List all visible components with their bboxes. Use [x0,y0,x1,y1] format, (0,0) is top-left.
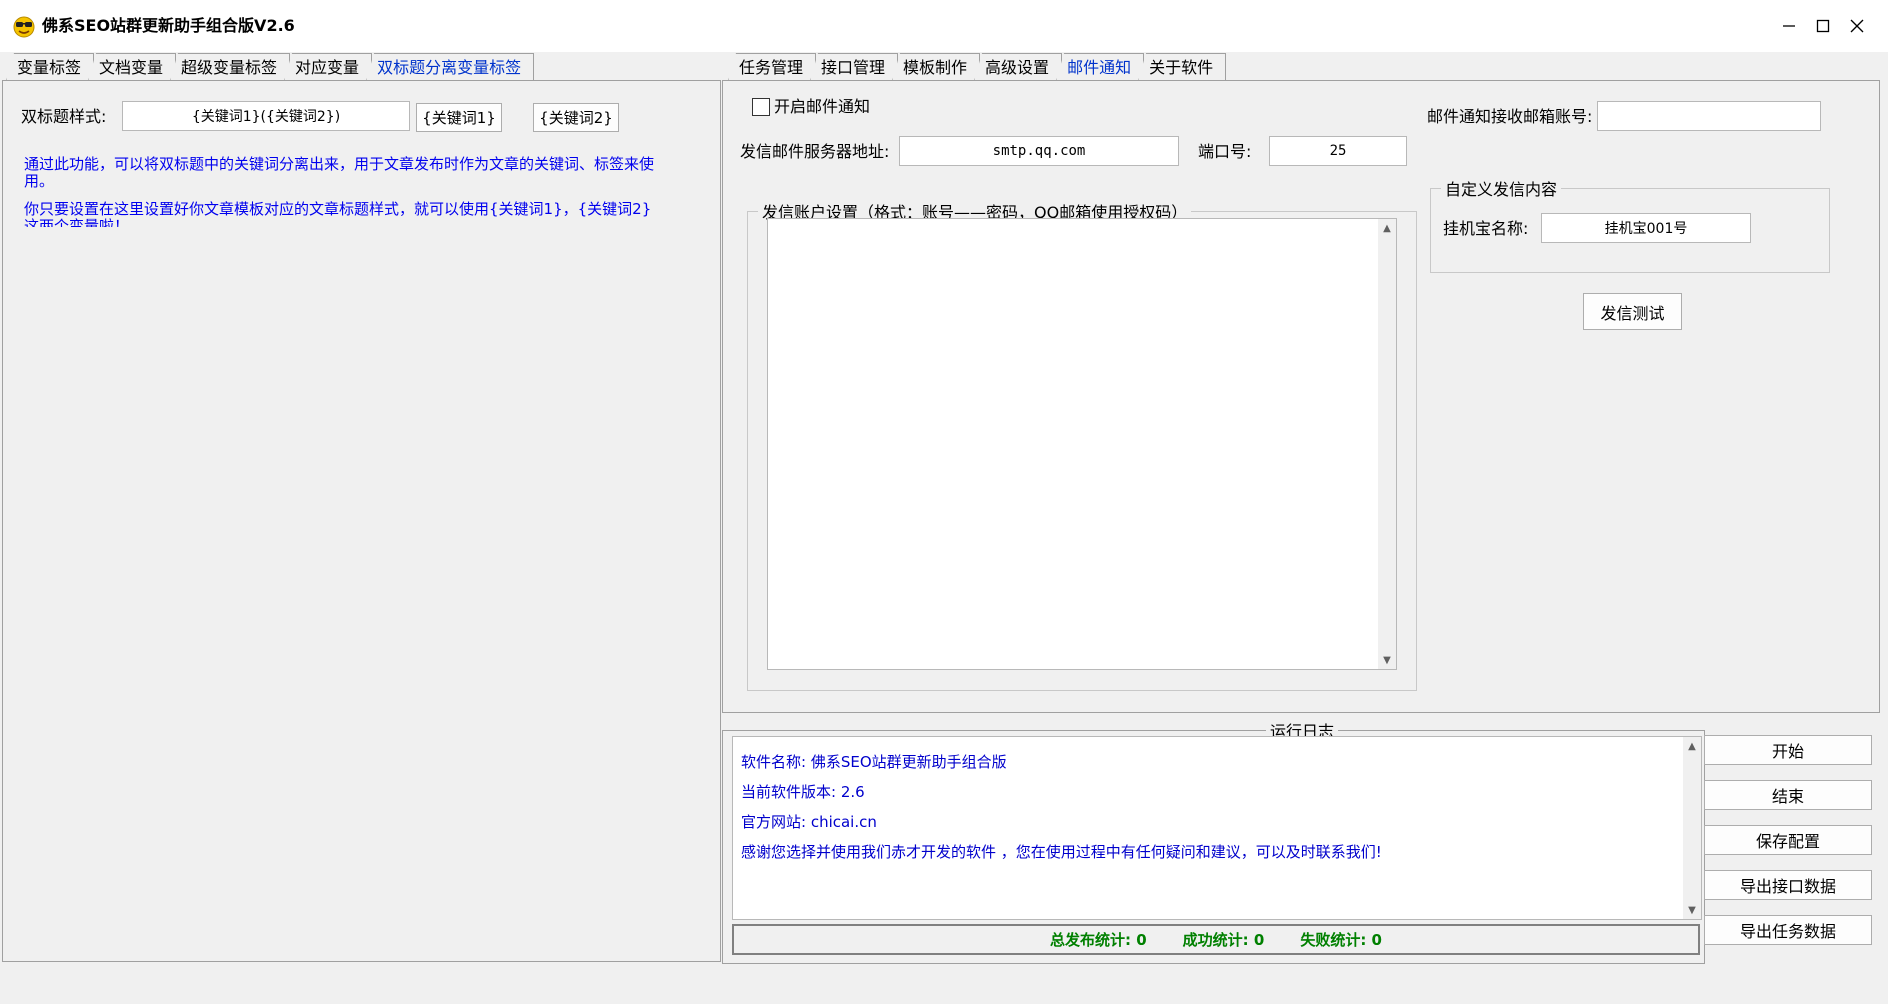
machine-name-label: 挂机宝名称: [1443,219,1529,238]
title-style-label: 双标题样式: [21,107,107,126]
total-publish-count: 总发布统计: 0 [1049,931,1147,949]
right-tab-bar: 任务管理 接口管理 模板制作 高级设置 邮件通知 关于软件 [728,53,1227,81]
tab-variable-tags[interactable]: 变量标签 [6,53,95,81]
scroll-down-icon[interactable]: ▼ [1683,901,1701,919]
tab-advanced-settings[interactable]: 高级设置 [974,53,1063,81]
sender-account-textarea[interactable]: ▲ ▼ [767,218,1397,670]
log-line: 软件名称: 佛系SEO站群更新助手组合版 [741,753,1007,771]
status-bar: 总发布统计: 0 成功统计: 0 失败统计: 0 [732,924,1700,955]
receiver-email-label: 邮件通知接收邮箱账号: [1427,107,1593,126]
scroll-up-icon[interactable]: ▲ [1378,219,1396,237]
log-line: 官方网站: chicai.cn [741,813,877,831]
tab-about[interactable]: 关于软件 [1138,53,1227,81]
scroll-down-icon[interactable]: ▼ [1378,651,1396,669]
port-label: 端口号: [1198,142,1252,161]
title-style-input[interactable] [122,101,410,131]
export-api-data-button[interactable]: 导出接口数据 [1704,870,1872,900]
tab-template-editor[interactable]: 模板制作 [892,53,981,81]
tab-mail-notification[interactable]: 邮件通知 [1056,53,1145,81]
enable-mail-checkbox[interactable] [752,98,770,116]
enable-mail-label: 开启邮件通知 [774,97,871,116]
tab-task-management[interactable]: 任务管理 [728,53,817,81]
minimize-icon[interactable] [1772,8,1806,44]
account-scrollbar[interactable]: ▲ ▼ [1378,219,1396,669]
success-count: 成功统计: 0 [1182,931,1265,949]
smtp-server-input[interactable] [899,136,1179,166]
tab-document-variables[interactable]: 文档变量 [88,53,177,81]
run-log-textarea[interactable]: 软件名称: 佛系SEO站群更新助手组合版 当前软件版本: 2.6 官方网站: c… [732,736,1702,920]
fail-count: 失败统计: 0 [1300,931,1382,949]
tab-api-management[interactable]: 接口管理 [810,53,899,81]
app-logo-icon [12,14,36,38]
window-title: 佛系SEO站群更新助手组合版V2.6 [42,16,295,35]
left-tab-bar: 变量标签 文档变量 超级变量标签 对应变量 双标题分离变量标签 [6,53,535,81]
custom-content-group-title: 自定义发信内容 [1445,180,1558,199]
tab-super-variable-tags[interactable]: 超级变量标签 [170,53,291,81]
save-config-button[interactable]: 保存配置 [1704,825,1872,855]
log-line: 感谢您选择并使用我们赤才开发的软件 ，您在使用过程中有任何疑问和建议，可以及时联… [741,843,1382,861]
send-test-button[interactable]: 发信测试 [1583,293,1682,330]
tab-double-title-split[interactable]: 双标题分离变量标签 [366,53,535,81]
tab-mapped-variables[interactable]: 对应变量 [284,53,373,81]
usage-hint: 你只要设置在这里设置好你文章模板对应的文章标题样式，就可以使用{关键词1}，{关… [24,201,652,227]
log-scrollbar[interactable]: ▲ ▼ [1683,737,1701,919]
machine-name-input[interactable] [1541,213,1751,243]
feature-description: 通过此功能，可以将双标题中的关键词分离出来，用于文章发布时作为文章的关键词、标签… [24,155,655,190]
close-icon[interactable] [1840,8,1874,44]
scroll-up-icon[interactable]: ▲ [1683,737,1701,755]
maximize-icon[interactable] [1806,8,1840,44]
log-line: 当前软件版本: 2.6 [741,783,865,801]
insert-keyword2-button[interactable]: {关键词2} [533,103,619,132]
receiver-email-input[interactable] [1597,101,1821,131]
insert-keyword1-button[interactable]: {关键词1} [416,103,502,132]
title-bar: 佛系SEO站群更新助手组合版V2.6 [0,0,1888,52]
stop-button[interactable]: 结束 [1704,780,1872,810]
export-task-data-button[interactable]: 导出任务数据 [1704,915,1872,945]
port-input[interactable] [1269,136,1407,166]
start-button[interactable]: 开始 [1704,735,1872,765]
smtp-server-label: 发信邮件服务器地址: [740,142,890,161]
